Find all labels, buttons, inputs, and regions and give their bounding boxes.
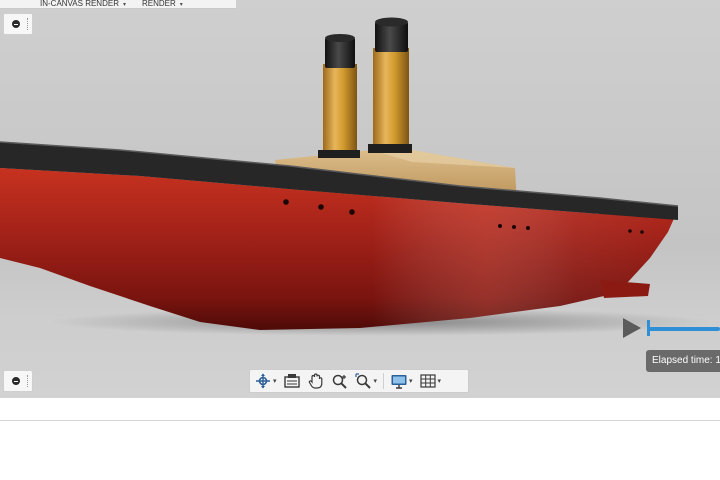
play-button[interactable] — [623, 318, 641, 338]
chevron-down-icon: ▾ — [373, 378, 378, 385]
display-settings-button[interactable]: ▾ — [390, 371, 413, 391]
navigation-bar: ▾ ▾ ▾ ▾ — [249, 369, 469, 393]
orbit-icon — [256, 373, 270, 389]
comments-collapse-control[interactable] — [3, 370, 33, 392]
orbit-button[interactable]: ▾ — [254, 371, 277, 391]
look-at-icon — [283, 374, 300, 388]
browser-collapse-control[interactable] — [3, 13, 33, 35]
bottom-panel — [0, 398, 720, 480]
render-progress-handle[interactable] — [647, 320, 650, 336]
funnel-left — [318, 34, 360, 158]
chevron-down-icon: ▾ — [273, 378, 277, 385]
chevron-down-icon: ▾ — [409, 378, 413, 385]
grid-icon — [419, 374, 436, 388]
panel-divider — [0, 420, 720, 421]
funnel-right — [368, 17, 412, 153]
zoom-button[interactable] — [331, 371, 349, 391]
elapsed-time-label: Elapsed time: 1 — [646, 350, 720, 372]
pan-button[interactable] — [307, 371, 325, 391]
chevron-down-icon: ▾ — [179, 2, 183, 8]
panel-grip-icon — [27, 375, 30, 387]
grid-settings-button[interactable]: ▾ — [419, 371, 442, 391]
collapse-icon — [12, 20, 20, 28]
zoom-icon — [332, 374, 347, 389]
workspace-toolbar: IN-CANVAS RENDER ▾ RENDER ▾ — [0, 0, 236, 9]
render-tab[interactable]: RENDER ▾ — [126, 0, 183, 8]
display-settings-icon — [391, 375, 407, 389]
render-progress-bar — [648, 327, 720, 331]
panel-grip-icon — [27, 18, 30, 30]
pan-icon — [308, 373, 322, 389]
fit-zoom-icon — [354, 373, 371, 389]
chevron-down-icon: ▾ — [437, 378, 442, 385]
fit-zoom-button[interactable]: ▾ — [354, 371, 378, 391]
render-viewport[interactable]: IN-CANVAS RENDER ▾ RENDER ▾ Elapsed time: … — [0, 0, 720, 398]
in-canvas-render-tab[interactable]: IN-CANVAS RENDER ▾ — [0, 0, 126, 8]
ship-model-render — [0, 17, 710, 336]
expand-icon — [12, 377, 20, 385]
look-at-button[interactable] — [283, 371, 301, 391]
toolbar-divider — [383, 373, 385, 389]
